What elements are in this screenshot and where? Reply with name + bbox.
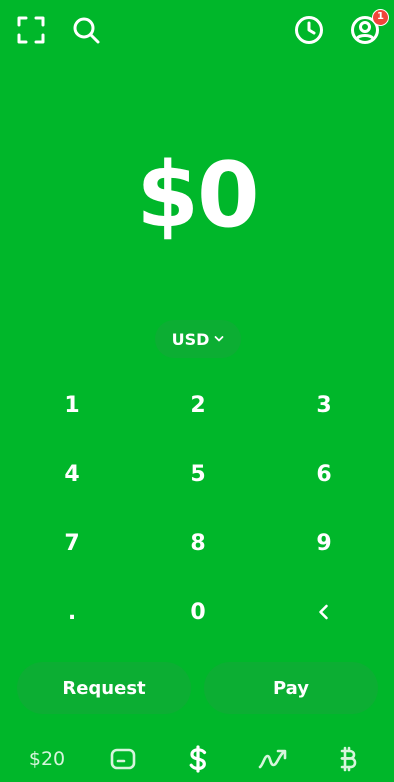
key-7[interactable]: 7 (27, 510, 117, 576)
cash-app-screen: 1 $0 USD 1 2 3 4 5 6 7 8 9 . 0 Request P… (0, 0, 394, 782)
card-icon[interactable] (106, 735, 140, 782)
key-4[interactable]: 4 (27, 441, 117, 507)
key-3[interactable]: 3 (279, 372, 369, 438)
currency-label: USD (171, 329, 210, 349)
key-5[interactable]: 5 (153, 441, 243, 507)
clock-icon[interactable] (294, 15, 324, 45)
notification-badge: 1 (372, 9, 389, 26)
key-backspace[interactable] (279, 579, 369, 645)
currency-selector[interactable]: USD (155, 320, 241, 358)
bitcoin-icon[interactable] (333, 735, 363, 782)
amount-display: $0 (136, 143, 259, 248)
pay-button[interactable]: Pay (204, 662, 378, 714)
search-icon[interactable] (71, 15, 101, 45)
request-button[interactable]: Request (17, 662, 191, 714)
investing-icon[interactable] (256, 735, 290, 782)
key-1[interactable]: 1 (27, 372, 117, 438)
nav-balance-tab[interactable]: $20 (20, 735, 74, 782)
key-6[interactable]: 6 (279, 441, 369, 507)
key-0[interactable]: 0 (153, 579, 243, 645)
key-decimal[interactable]: . (27, 579, 117, 645)
bottom-nav: $20 (0, 735, 394, 782)
key-8[interactable]: 8 (153, 510, 243, 576)
chevron-left-icon (319, 604, 328, 620)
scan-icon[interactable] (16, 15, 46, 45)
key-2[interactable]: 2 (153, 372, 243, 438)
chevron-down-icon (214, 336, 224, 342)
top-bar: 1 (0, 0, 394, 60)
key-9[interactable]: 9 (279, 510, 369, 576)
dollar-icon[interactable] (183, 735, 213, 782)
